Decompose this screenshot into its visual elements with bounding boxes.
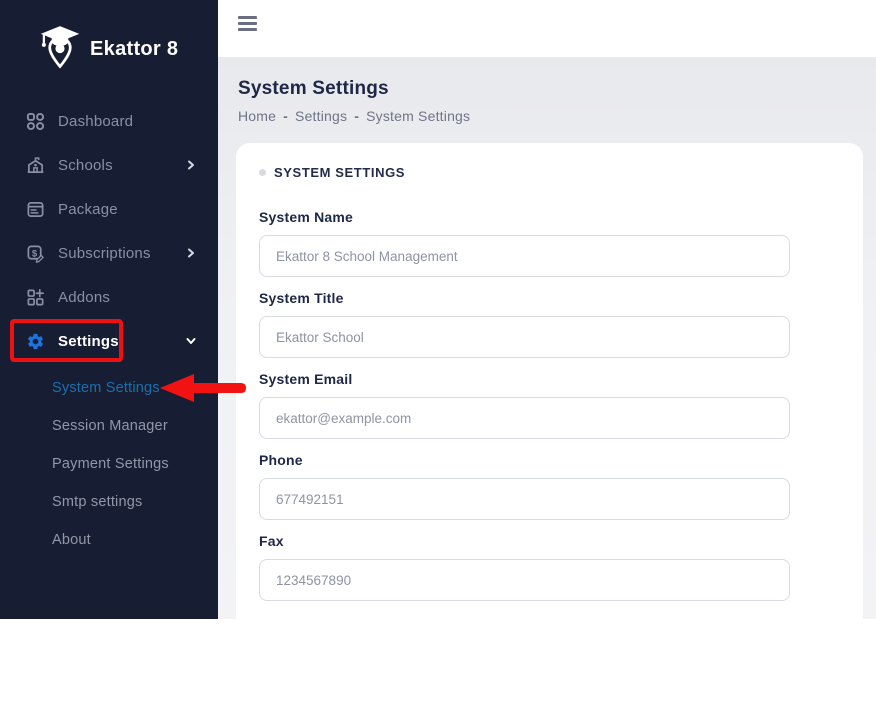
form-group-phone: Phone [259,452,839,520]
sidebar-nav: Dashboard Schools Package [0,99,218,363]
sidebar-item-label: Addons [58,289,110,306]
sidebar-item-package[interactable]: Package [0,187,218,231]
sidebar-item-dashboard[interactable]: Dashboard [0,99,218,143]
submenu-item-session-manager[interactable]: Session Manager [0,407,218,445]
system-email-label: System Email [259,371,839,387]
system-settings-card: SYSTEM SETTINGS System Name System Title… [236,143,863,703]
sidebar-item-subscriptions[interactable]: $ Subscriptions [0,231,218,275]
chevron-right-icon [186,160,196,170]
bullet-dot-icon [259,169,266,176]
settings-submenu: System Settings Session Manager Payment … [0,369,218,559]
sidebar: Ekattor 8 Dashboard Schools [0,0,218,619]
grid-icon [26,112,45,131]
breadcrumb-system-settings: System Settings [366,108,470,124]
sidebar-item-label: Subscriptions [58,245,151,262]
sidebar-item-label: Package [58,201,118,218]
topbar [218,0,876,57]
breadcrumb-separator: - [354,108,359,124]
gear-icon [26,332,45,351]
graduation-pin-logo-icon [38,24,82,74]
form-group-system-title: System Title [259,290,839,358]
sidebar-item-settings[interactable]: Settings [0,319,218,363]
breadcrumb-separator: - [283,108,288,124]
fax-input[interactable] [259,559,790,601]
school-icon [26,156,45,175]
addons-icon [26,288,45,307]
chevron-down-icon [186,336,196,346]
submenu-item-about[interactable]: About [0,521,218,559]
page-title: System Settings [238,78,863,100]
system-title-label: System Title [259,290,839,306]
sidebar-item-label: Dashboard [58,113,133,130]
form-group-system-email: System Email [259,371,839,439]
system-settings-form: System Name System Title System Email Ph… [259,209,839,601]
system-email-input[interactable] [259,397,790,439]
form-group-system-name: System Name [259,209,839,277]
chevron-right-icon [186,248,196,258]
subscriptions-icon: $ [26,244,45,263]
phone-label: Phone [259,452,839,468]
submenu-item-payment-settings[interactable]: Payment Settings [0,445,218,483]
card-header: SYSTEM SETTINGS [259,165,839,180]
submenu-item-smtp-settings[interactable]: Smtp settings [0,483,218,521]
breadcrumb: Home - Settings - System Settings [238,108,863,124]
breadcrumb-home[interactable]: Home [238,108,276,124]
package-icon [26,200,45,219]
brand-logo[interactable]: Ekattor 8 [0,0,218,74]
system-title-input[interactable] [259,316,790,358]
fax-label: Fax [259,533,839,549]
sidebar-item-label: Schools [58,157,113,174]
card-title: SYSTEM SETTINGS [274,165,405,180]
hamburger-icon[interactable] [238,16,257,31]
brand-name: Ekattor 8 [90,38,178,61]
submenu-item-system-settings[interactable]: System Settings [0,369,218,407]
system-name-label: System Name [259,209,839,225]
phone-input[interactable] [259,478,790,520]
svg-text:$: $ [32,248,38,259]
sidebar-item-addons[interactable]: Addons [0,275,218,319]
breadcrumb-settings[interactable]: Settings [295,108,347,124]
system-name-input[interactable] [259,235,790,277]
sidebar-item-schools[interactable]: Schools [0,143,218,187]
sidebar-item-label: Settings [58,333,119,350]
form-group-fax: Fax [259,533,839,601]
